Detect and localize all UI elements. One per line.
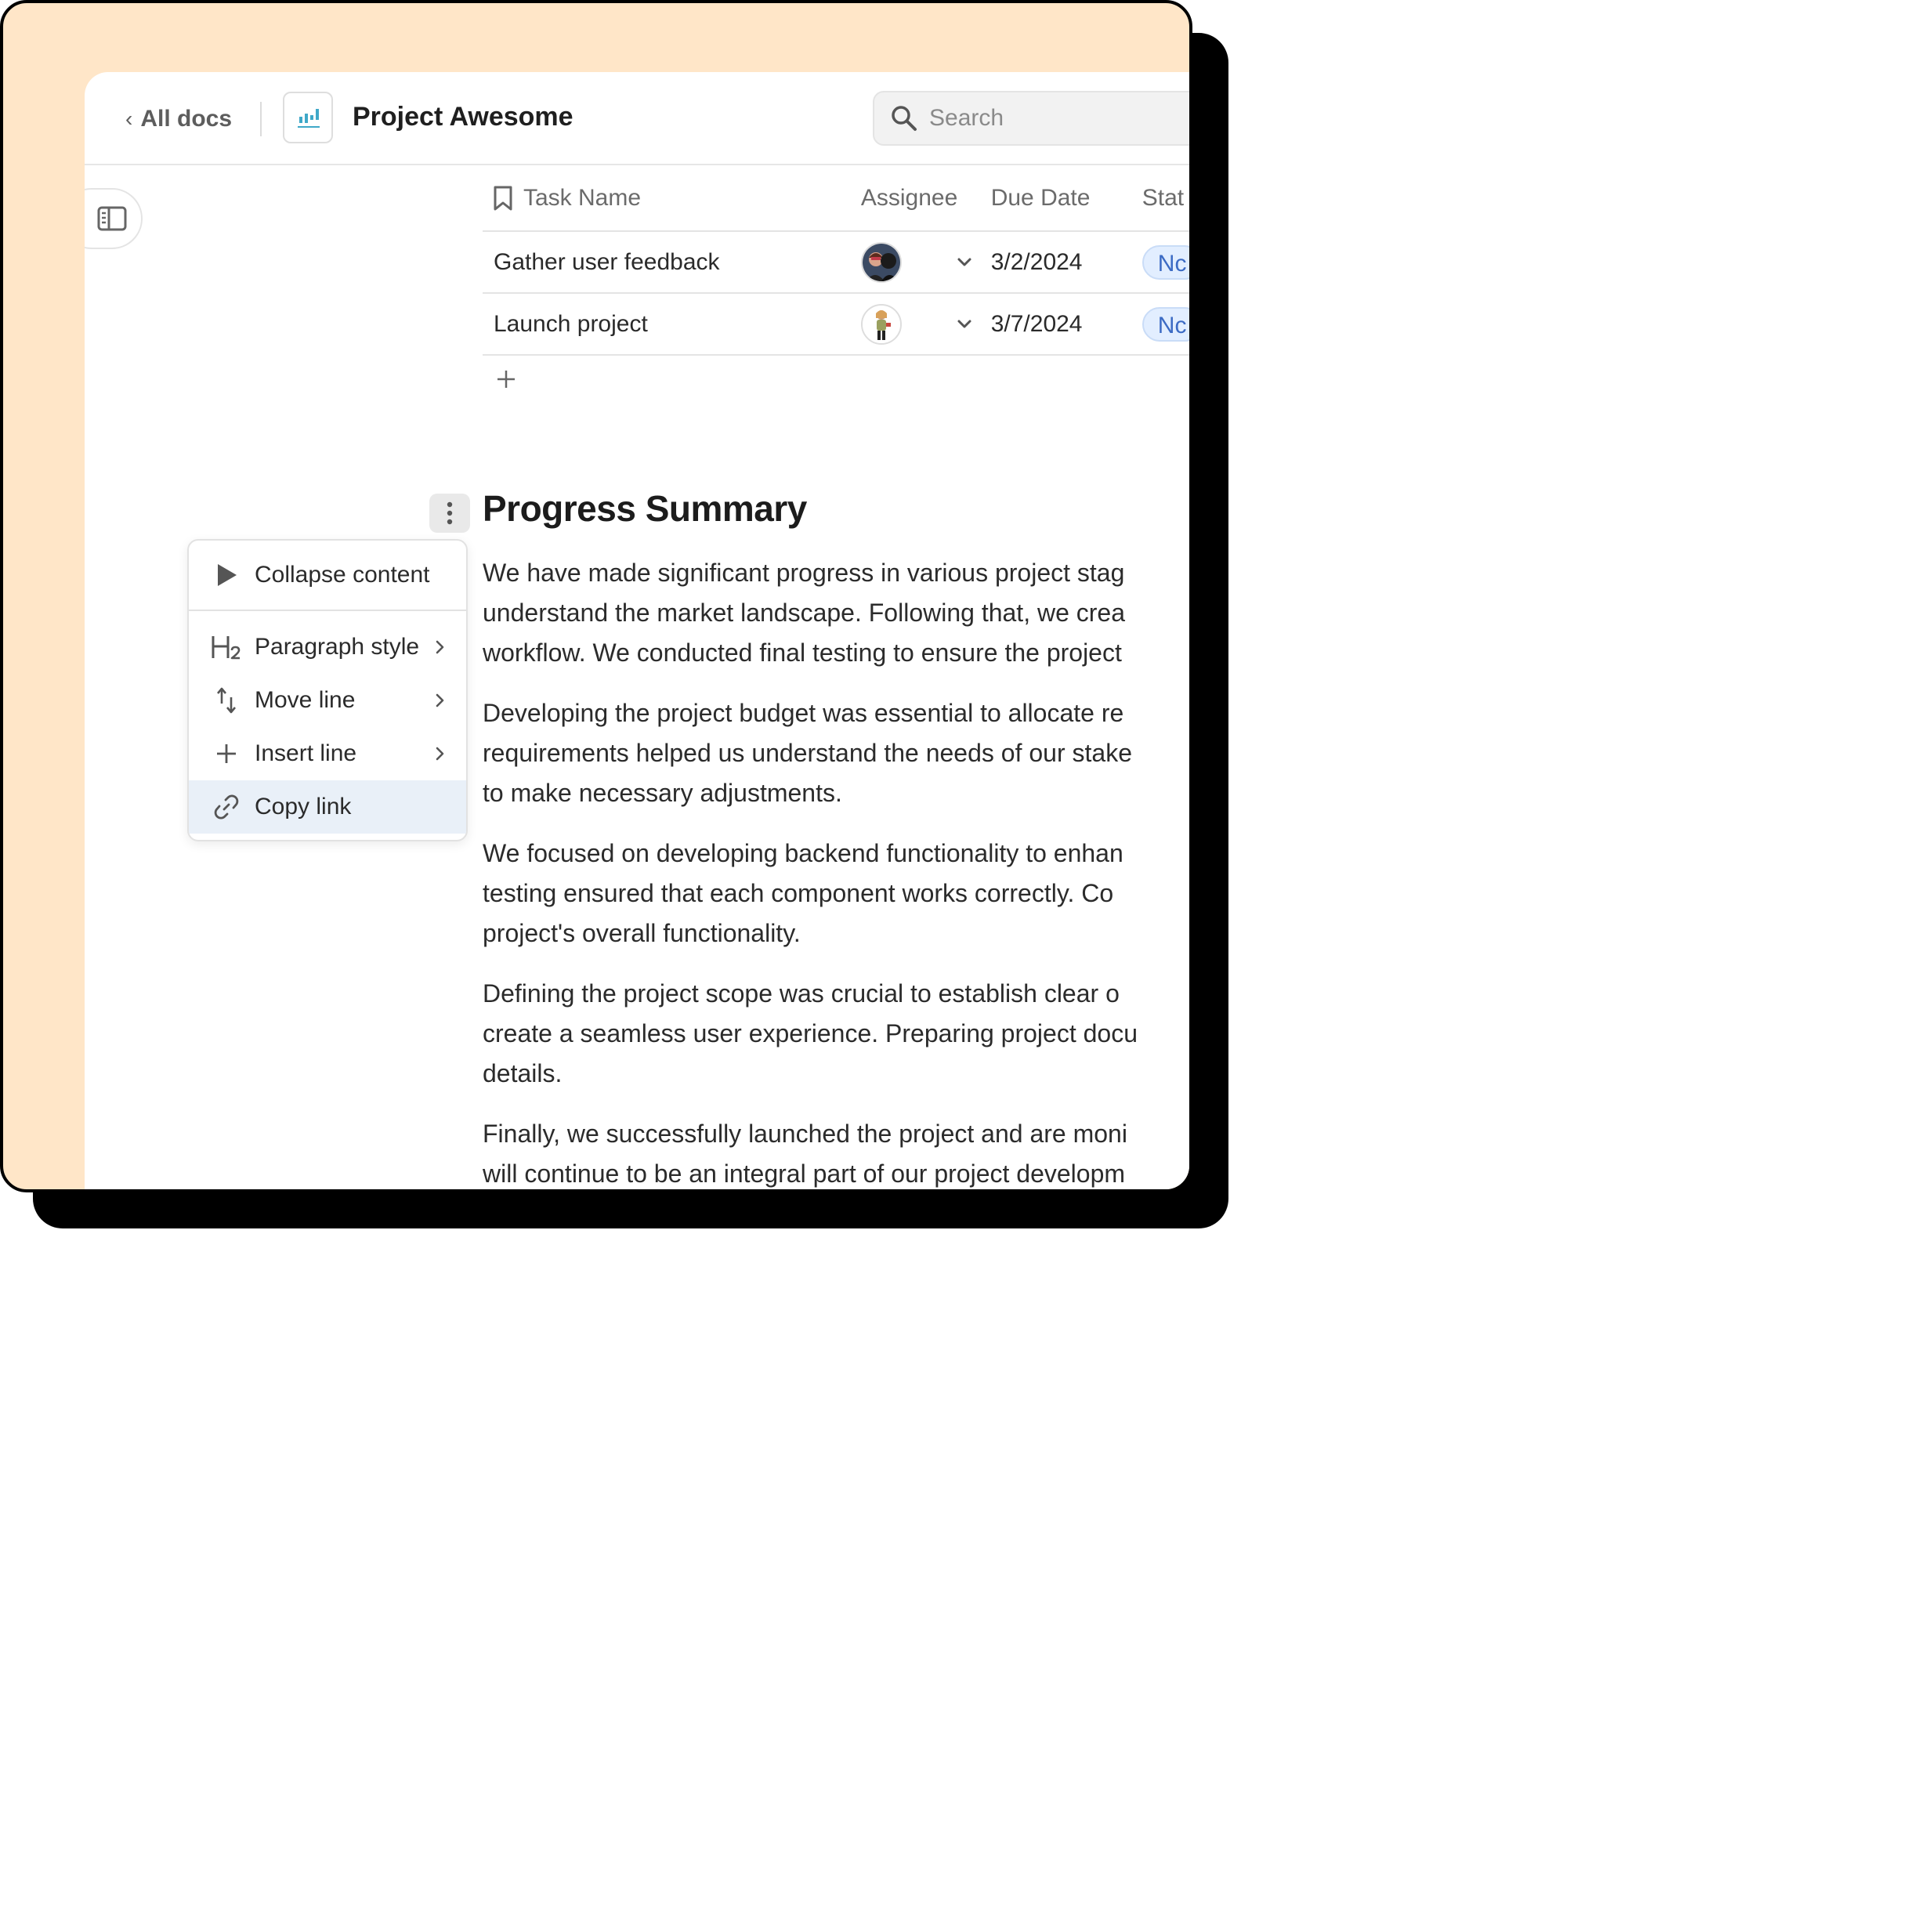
- block-context-menu: Collapse content Paragraph style Move li…: [187, 539, 468, 841]
- play-triangle-icon: [209, 558, 244, 592]
- paragraph-line: Developing the project budget was essent…: [483, 699, 1124, 727]
- column-header-task[interactable]: Task Name: [483, 185, 861, 212]
- chevron-right-icon: [435, 639, 450, 655]
- status-cell[interactable]: Nc: [1141, 244, 1189, 280]
- status-badge[interactable]: Nc: [1141, 306, 1189, 342]
- menu-item-label: Move line: [255, 687, 356, 713]
- all-docs-link[interactable]: ‹ All docs: [125, 103, 232, 135]
- menu-item-move-line[interactable]: Move line: [189, 674, 466, 727]
- heading-2-icon: [209, 630, 244, 664]
- header-divider: [260, 102, 262, 136]
- doc-header: ‹ All docs Project Awesome: [85, 72, 1189, 165]
- menu-item-label: Collapse content: [255, 562, 430, 588]
- column-header-assignee[interactable]: Assignee: [861, 185, 988, 212]
- link-icon: [209, 790, 244, 824]
- task-name-cell[interactable]: Gather user feedback: [483, 249, 861, 276]
- paragraph-line: will continue to be an integral part of …: [483, 1160, 1126, 1188]
- column-header-due-date[interactable]: Due Date: [988, 185, 1142, 212]
- block-menu-handle[interactable]: [429, 494, 470, 533]
- status-badge[interactable]: Nc: [1141, 244, 1189, 280]
- all-docs-label: All docs: [140, 106, 233, 132]
- paragraph-line: project's overall functionality.: [483, 919, 801, 947]
- menu-item-paragraph-style[interactable]: Paragraph style: [189, 620, 466, 674]
- tasks-table: Task Name Assignee Due Date Stat Gather …: [483, 166, 1189, 356]
- paragraph[interactable]: Developing the project budget was essent…: [483, 693, 1189, 813]
- window-frame: ‹ All docs Project Awesome Search Task N…: [0, 0, 1192, 1192]
- menu-item-collapse-content[interactable]: Collapse content: [189, 548, 466, 602]
- menu-item-insert-line[interactable]: Insert line: [189, 727, 466, 780]
- paragraph[interactable]: We focused on developing backend functio…: [483, 834, 1189, 953]
- paragraph-line: details.: [483, 1059, 563, 1087]
- search-icon: [892, 106, 917, 131]
- table-row[interactable]: Gather user feedback 3/2/2024 Nc: [483, 232, 1189, 294]
- doc-title: Project Awesome: [353, 102, 573, 132]
- paragraph-line: Finally, we successfully launched the pr…: [483, 1120, 1127, 1148]
- avatar: [860, 241, 902, 283]
- due-date-cell[interactable]: 3/7/2024: [988, 311, 1142, 338]
- paragraph-line: create a seamless user experience. Prepa…: [483, 1019, 1138, 1047]
- add-row-button[interactable]: [490, 364, 522, 395]
- bookmark-icon: [494, 186, 512, 211]
- move-arrows-icon: [209, 683, 244, 718]
- sidebar-toggle-button[interactable]: [85, 188, 143, 249]
- chevron-right-icon: [435, 693, 450, 708]
- status-cell[interactable]: Nc: [1141, 306, 1189, 342]
- table-row[interactable]: Launch project 3/7/2024 Nc: [483, 294, 1189, 356]
- chevron-down-icon[interactable]: [957, 257, 972, 268]
- sidebar-icon: [97, 206, 127, 231]
- menu-item-label: Insert line: [255, 740, 357, 766]
- plus-icon: [209, 736, 244, 771]
- doc-app: ‹ All docs Project Awesome Search Task N…: [85, 72, 1189, 1189]
- chevron-down-icon[interactable]: [957, 319, 972, 330]
- menu-divider: [189, 610, 466, 611]
- column-header-label: Task Name: [523, 185, 642, 211]
- paragraph-line: workflow. We conducted final testing to …: [483, 639, 1122, 667]
- assignee-cell[interactable]: [860, 241, 988, 283]
- search-box[interactable]: [873, 91, 1189, 146]
- assignee-cell[interactable]: [860, 303, 988, 345]
- paragraph-line: Defining the project scope was crucial t…: [483, 979, 1120, 1008]
- section-heading[interactable]: Progress Summary: [483, 487, 807, 530]
- chevron-left-icon: ‹: [125, 107, 133, 131]
- avatar: [860, 303, 902, 345]
- doc-icon-button[interactable]: [283, 92, 333, 143]
- menu-item-copy-link[interactable]: Copy link: [189, 780, 466, 834]
- menu-item-label: Copy link: [255, 794, 352, 819]
- paragraph[interactable]: Finally, we successfully launched the pr…: [483, 1114, 1189, 1189]
- menu-item-label: Paragraph style: [255, 634, 420, 660]
- chevron-right-icon: [435, 746, 450, 762]
- paragraph[interactable]: We have made significant progress in var…: [483, 553, 1189, 673]
- plus-icon: [497, 371, 515, 388]
- search-input[interactable]: [928, 104, 1166, 132]
- paragraph-line: to make necessary adjustments.: [483, 779, 842, 807]
- paragraph-line: testing ensured that each component work…: [483, 879, 1114, 907]
- table-header: Task Name Assignee Due Date Stat: [483, 166, 1189, 232]
- paragraph-line: understand the market landscape. Followi…: [483, 599, 1126, 627]
- paragraph-line: We have made significant progress in var…: [483, 559, 1125, 587]
- column-header-status[interactable]: Stat: [1142, 185, 1189, 212]
- task-name-cell[interactable]: Launch project: [483, 311, 861, 338]
- bar-chart-icon: [298, 109, 320, 128]
- paragraph-line: We focused on developing backend functio…: [483, 839, 1123, 867]
- more-vertical-icon: [447, 501, 453, 525]
- paragraph-line: requirements helped us understand the ne…: [483, 739, 1132, 767]
- paragraph[interactable]: Defining the project scope was crucial t…: [483, 974, 1189, 1094]
- due-date-cell[interactable]: 3/2/2024: [988, 249, 1142, 276]
